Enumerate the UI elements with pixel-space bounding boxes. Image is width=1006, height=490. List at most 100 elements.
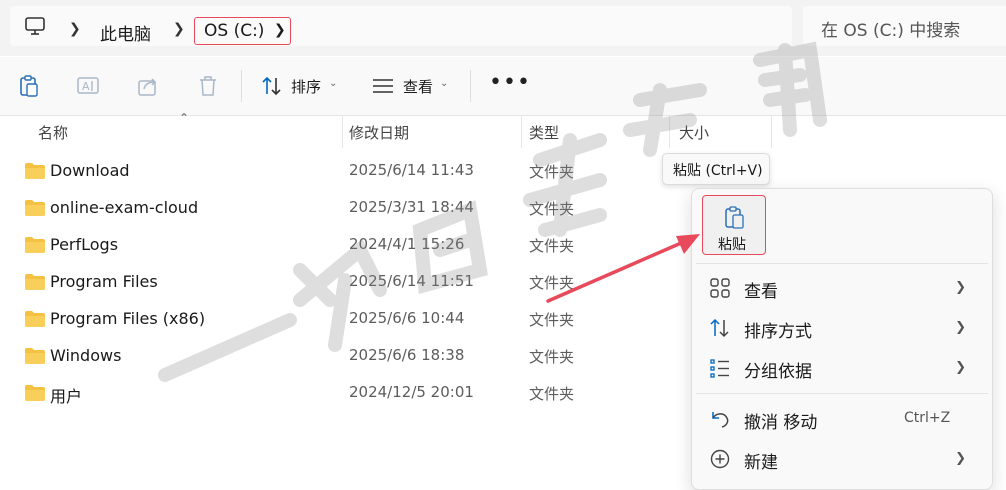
file-name: 用户 bbox=[50, 387, 83, 406]
group-list-icon bbox=[710, 359, 729, 378]
column-header-size[interactable]: 大小 bbox=[679, 122, 709, 143]
chevron-right-icon: ❯ bbox=[955, 451, 966, 466]
file-name: Program Files (x86) bbox=[50, 309, 206, 328]
file-name: Program Files bbox=[50, 272, 158, 291]
menu-item-undo-move[interactable]: 撤消 移动 Ctrl+Z bbox=[696, 400, 988, 438]
folder-icon bbox=[25, 385, 45, 401]
delete-icon[interactable] bbox=[195, 73, 221, 99]
file-modified: 2025/6/14 11:51 bbox=[349, 272, 474, 290]
folder-icon bbox=[25, 200, 45, 216]
breadcrumb-drive-label: OS (C:) bbox=[204, 21, 265, 41]
chevron-right-icon: ❯ bbox=[69, 21, 81, 37]
file-type: 文件夹 bbox=[529, 237, 575, 255]
toolbar-divider bbox=[241, 70, 242, 102]
menu-item-shortcut: Ctrl+Z bbox=[904, 410, 951, 426]
file-type: 文件夹 bbox=[529, 348, 575, 366]
context-menu: 粘贴 查看 ❯ 排序方式 ❯ 分组依据 ❯ 撤消 移动 Ctrl+Z 新建 ❯ bbox=[691, 188, 993, 490]
computer-icon bbox=[25, 17, 45, 35]
more-options-button[interactable]: ••• bbox=[489, 70, 531, 95]
column-divider[interactable] bbox=[669, 116, 670, 148]
new-plus-icon bbox=[710, 449, 730, 469]
chevron-right-icon: ❯ bbox=[274, 22, 286, 38]
chevron-down-icon: ⌄ bbox=[329, 78, 338, 89]
chevron-right-icon: ❯ bbox=[955, 320, 966, 335]
sort-label: 排序 bbox=[291, 78, 322, 96]
menu-item-sort-by[interactable]: 排序方式 ❯ bbox=[696, 309, 988, 347]
view-list-icon bbox=[373, 79, 393, 93]
file-type: 文件夹 bbox=[529, 385, 575, 403]
undo-icon bbox=[712, 412, 729, 428]
sort-button[interactable]: 排序 ⌄ bbox=[255, 57, 345, 115]
file-modified: 2024/4/1 15:26 bbox=[349, 235, 465, 253]
search-placeholder: 在 OS (C:) 中搜索 bbox=[821, 21, 961, 41]
column-header-modified[interactable]: 修改日期 bbox=[349, 122, 409, 143]
file-row[interactable]: Download 2025/6/14 11:43 文件夹 bbox=[0, 153, 680, 190]
chevron-right-icon: ❯ bbox=[955, 280, 966, 295]
toolbar-divider bbox=[470, 70, 471, 102]
rename-icon[interactable]: A bbox=[75, 73, 101, 99]
menu-item-new[interactable]: 新建 ❯ bbox=[696, 440, 988, 478]
menu-item-group-by[interactable]: 分组依据 ❯ bbox=[696, 349, 988, 387]
breadcrumb-this-pc[interactable]: 此电脑 bbox=[100, 20, 151, 45]
file-row[interactable]: PerfLogs 2024/4/1 15:26 文件夹 bbox=[0, 227, 680, 264]
folder-icon bbox=[25, 311, 45, 327]
file-row[interactable]: Windows 2025/6/6 18:38 文件夹 bbox=[0, 338, 680, 375]
tooltip-text: 粘贴 (Ctrl+V) bbox=[673, 163, 763, 179]
command-bar: A 排序 ⌄ 查看 ⌄ ••• bbox=[0, 57, 1006, 116]
file-name: Download bbox=[50, 161, 130, 180]
column-divider[interactable] bbox=[342, 116, 343, 148]
file-type: 文件夹 bbox=[529, 200, 575, 218]
file-name: online-exam-cloud bbox=[50, 198, 199, 217]
address-bar-region: ❯ 此电脑 ❯ OS (C:) ❯ 在 OS (C:) 中搜索 bbox=[0, 0, 1006, 56]
menu-item-label: 新建 bbox=[744, 453, 778, 473]
file-type: 文件夹 bbox=[529, 274, 575, 292]
column-header-type[interactable]: 类型 bbox=[529, 122, 559, 143]
folder-icon bbox=[25, 163, 45, 179]
paste-label: 粘贴 bbox=[718, 237, 746, 253]
svg-text:A: A bbox=[82, 80, 90, 93]
view-label: 查看 bbox=[403, 78, 434, 96]
share-icon[interactable] bbox=[135, 73, 161, 99]
file-row[interactable]: Program Files 2025/6/14 11:51 文件夹 bbox=[0, 264, 680, 301]
paste-button[interactable]: 粘贴 bbox=[702, 195, 766, 255]
menu-item-view[interactable]: 查看 ❯ bbox=[696, 269, 988, 307]
address-bar[interactable]: ❯ 此电脑 ❯ OS (C:) ❯ bbox=[10, 6, 792, 46]
menu-item-label: 撤消 移动 bbox=[744, 413, 818, 433]
file-modified: 2025/3/31 18:44 bbox=[349, 198, 474, 216]
file-modified: 2025/6/14 11:43 bbox=[349, 161, 474, 179]
menu-item-label: 查看 bbox=[744, 282, 778, 302]
menu-item-label: 排序方式 bbox=[744, 322, 812, 342]
file-type: 文件夹 bbox=[529, 311, 575, 329]
paste-icon bbox=[725, 206, 744, 229]
file-row[interactable]: online-exam-cloud 2025/3/31 18:44 文件夹 bbox=[0, 190, 680, 227]
column-divider[interactable] bbox=[521, 116, 522, 148]
file-type: 文件夹 bbox=[529, 163, 575, 181]
chevron-down-icon: ⌄ bbox=[440, 78, 449, 89]
sort-icon bbox=[710, 318, 729, 338]
breadcrumb-drive-c[interactable]: OS (C:) ❯ bbox=[194, 17, 291, 45]
sort-ascending-indicator-icon: ⌃ bbox=[179, 111, 190, 125]
menu-divider bbox=[696, 393, 988, 394]
file-modified: 2025/6/6 18:38 bbox=[349, 346, 465, 364]
file-modified: 2024/12/5 20:01 bbox=[349, 383, 474, 401]
column-divider[interactable] bbox=[771, 116, 772, 148]
folder-icon bbox=[25, 237, 45, 253]
file-row[interactable]: 用户 2024/12/5 20:01 文件夹 bbox=[0, 375, 680, 412]
folder-icon bbox=[25, 274, 45, 290]
file-row[interactable]: Program Files (x86) 2025/6/6 10:44 文件夹 bbox=[0, 301, 680, 338]
chevron-right-icon: ❯ bbox=[173, 21, 185, 37]
file-modified: 2025/6/6 10:44 bbox=[349, 309, 465, 327]
grid-icon bbox=[710, 278, 730, 298]
search-box[interactable]: 在 OS (C:) 中搜索 bbox=[803, 6, 1006, 46]
column-header-name[interactable]: 名称 bbox=[38, 122, 68, 143]
file-name: Windows bbox=[50, 346, 122, 365]
chevron-right-icon: ❯ bbox=[955, 360, 966, 375]
paste-icon[interactable] bbox=[16, 73, 42, 99]
folder-icon bbox=[25, 348, 45, 364]
view-button[interactable]: 查看 ⌄ bbox=[368, 57, 458, 115]
menu-divider bbox=[696, 263, 988, 264]
menu-item-label: 分组依据 bbox=[744, 362, 812, 382]
file-name: PerfLogs bbox=[50, 235, 119, 254]
paste-tooltip: 粘贴 (Ctrl+V) bbox=[662, 153, 770, 185]
sort-icon bbox=[262, 76, 281, 96]
